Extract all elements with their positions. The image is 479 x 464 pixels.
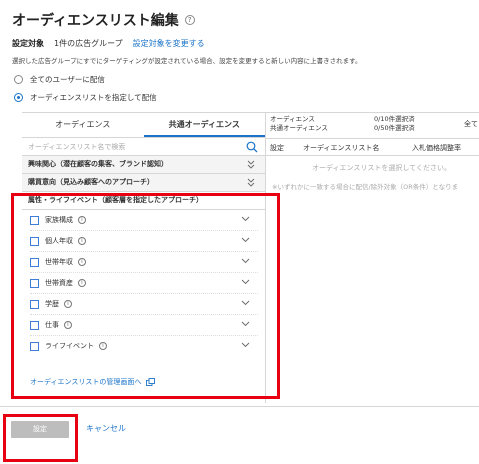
highlight-box-attributes	[11, 193, 280, 399]
target-row: 設定対象 1件の広告グループ 設定対象を変更する	[12, 38, 205, 49]
double-chevron-down-icon	[247, 160, 255, 169]
column-list-name: オーディエンスリスト名	[303, 144, 380, 152]
search-bar	[22, 138, 265, 156]
table-header: 設定 オーディエンスリスト名 入札価格調整率	[266, 138, 479, 156]
category-interest[interactable]: 興味関心（潜在顧客の集客、ブランド認知）	[22, 156, 265, 174]
radio-all-users-label: 全てのユーザーに配信	[30, 75, 105, 84]
empty-message: オーディエンスリストを選択してください。	[312, 164, 451, 172]
help-icon[interactable]: ?	[184, 15, 195, 25]
summary-shared-count: 0/50件選択済	[374, 124, 415, 132]
radio-specify-list-label: オーディエンスリストを指定して配信	[30, 93, 157, 102]
category-purchase-label: 購買意向（見込み顧客へのアプローチ）	[28, 178, 154, 186]
selected-list-panel: オーディエンス 共通オーディエンス 0/10件選択済 0/50件選択済 全て 設…	[266, 113, 479, 403]
target-label: 設定対象	[12, 39, 44, 48]
tab-shared-audience[interactable]: 共通オーディエンス	[143, 113, 265, 137]
category-interest-label: 興味関心（潜在顧客の集客、ブランド認知）	[28, 160, 168, 168]
cancel-link[interactable]: キャンセル	[86, 423, 126, 434]
or-condition-note: ※いずれかに一致する場合に配信/除外対象（OR条件）となりま	[272, 183, 459, 191]
search-input[interactable]	[28, 140, 238, 153]
page-title: オーディエンスリスト編集 ?	[12, 10, 195, 30]
radio-specify-list-button[interactable]	[14, 93, 23, 102]
radio-specify-list[interactable]: オーディエンスリストを指定して配信	[14, 92, 157, 103]
set-button[interactable]: 設定	[11, 421, 69, 438]
summary-labels: オーディエンス 共通オーディエンス	[270, 115, 328, 133]
overwrite-notice: 選択した広告グループにすでにターゲティングが設定されている場合、設定を変更すると…	[12, 57, 362, 65]
change-target-link[interactable]: 設定対象を変更する	[133, 38, 205, 49]
target-value: 1件の広告グループ	[54, 39, 123, 48]
column-setting: 設定	[270, 144, 284, 152]
column-bid-adjust: 入札価格調整率	[412, 144, 461, 152]
summary-shared-label: 共通オーディエンス	[270, 124, 328, 132]
summary-counts: 0/10件選択済 0/50件選択済	[374, 115, 415, 133]
page-title-text: オーディエンスリスト編集	[12, 13, 179, 29]
category-purchase[interactable]: 購買意向（見込み顧客へのアプローチ）	[22, 174, 265, 192]
radio-all-users[interactable]: 全てのユーザーに配信	[14, 74, 105, 85]
tab-audience[interactable]: オーディエンス	[22, 113, 144, 137]
footer-divider	[0, 406, 479, 407]
summary-audience-count: 0/10件選択済	[374, 115, 415, 123]
summary-audience-label: オーディエンス	[270, 115, 315, 123]
audience-tabs: オーディエンス 共通オーディエンス	[22, 113, 265, 138]
radio-all-users-button[interactable]	[14, 75, 23, 84]
search-icon[interactable]	[246, 141, 258, 153]
double-chevron-down-icon	[247, 178, 255, 187]
summary-all[interactable]: 全て	[464, 119, 478, 129]
